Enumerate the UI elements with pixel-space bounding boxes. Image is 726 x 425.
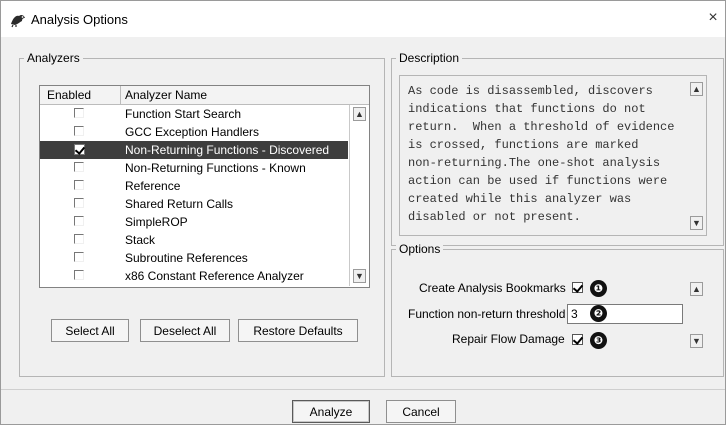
table-row[interactable]: Stack [40,231,348,249]
table-header: Enabled Analyzer Name [40,86,369,105]
analyzer-name-cell: Non-Returning Functions - Discovered [125,143,330,157]
analyzer-name-cell: SimpleROP [125,215,188,229]
enabled-checkbox[interactable] [74,108,84,118]
scroll-down-button[interactable]: ▼ [353,269,366,283]
enabled-checkbox[interactable] [74,126,84,136]
create-bookmarks-checkbox[interactable] [572,282,583,293]
analyzer-name-cell: Reference [125,179,181,193]
options-scroll-down-button[interactable]: ▼ [690,334,703,348]
select-all-button[interactable]: Select All [51,319,129,342]
column-header-analyzer-name[interactable]: Analyzer Name [125,88,207,102]
table-row[interactable]: SimpleROP [40,213,348,231]
options-group-title: Options [396,242,444,256]
table-row[interactable]: Reference [40,177,348,195]
description-group-title: Description [396,51,463,65]
table-row[interactable]: x86 Constant Reference Analyzer [40,267,348,285]
analysis-options-dialog: Analysis Options × Analyzers Description… [0,0,726,425]
enabled-checkbox[interactable] [74,216,84,226]
analyzers-group-title: Analyzers [24,51,83,65]
callout-2-badge: ❷ [590,305,607,322]
callout-3-badge: ❸ [590,332,607,349]
up-arrow-icon: ▲ [355,109,364,119]
table-row[interactable]: Function Start Search [40,105,348,123]
table-scrollbar[interactable]: ▲ ▼ [349,105,369,286]
enabled-checkbox[interactable] [74,252,84,262]
description-scroll-up-button[interactable]: ▲ [690,82,703,96]
analyzer-name-cell: Stack [125,233,156,247]
options-scroll-up-button[interactable]: ▲ [690,282,703,296]
column-header-enabled[interactable]: Enabled [47,88,91,102]
title-bar: Analysis Options × [1,1,725,37]
down-arrow-icon: ▼ [692,336,701,346]
down-arrow-icon: ▼ [355,271,364,281]
table-row[interactable]: Shared Return Calls [40,195,348,213]
description-text-area[interactable]: As code is disassembled, discovers indic… [399,75,707,236]
create-bookmarks-label: Create Analysis Bookmarks [419,281,566,295]
enabled-checkbox[interactable] [74,162,84,172]
analyzer-name-cell: X86 Function Callee Purge [125,287,268,288]
table-row[interactable]: Subroutine References [40,249,348,267]
analyzers-table: Enabled Analyzer Name Function Start Sea… [39,85,370,288]
analyzer-name-cell: Shared Return Calls [125,197,234,211]
repair-flow-damage-checkbox[interactable] [572,334,583,345]
description-text: As code is disassembled, discovers indic… [408,84,675,224]
up-arrow-icon: ▲ [692,284,701,294]
analyzer-name-cell: Function Start Search [125,107,242,121]
analyzer-name-cell: x86 Constant Reference Analyzer [125,269,304,283]
non-return-threshold-input[interactable] [567,304,683,324]
non-return-threshold-label: Function non-return threshold [408,307,566,321]
enabled-checkbox[interactable] [74,198,84,208]
footer-bar: Analyze Cancel [1,389,725,424]
down-arrow-icon: ▼ [692,218,701,228]
table-row[interactable]: Non-Returning Functions - Discovered [40,141,348,159]
window-title: Analysis Options [31,12,128,27]
analyze-button[interactable]: Analyze [292,400,370,423]
repair-flow-damage-label: Repair Flow Damage [452,332,565,346]
table-row[interactable]: GCC Exception Handlers [40,123,348,141]
scroll-up-button[interactable]: ▲ [353,107,366,121]
analyzer-name-cell: Non-Returning Functions - Known [125,161,306,175]
callout-1-badge: ❶ [590,280,607,297]
table-row[interactable]: X86 Function Callee Purge [40,285,348,288]
cancel-button[interactable]: Cancel [386,400,456,423]
deselect-all-button[interactable]: Deselect All [140,319,230,342]
enabled-checkbox[interactable] [74,180,84,190]
description-scroll-down-button[interactable]: ▼ [690,216,703,230]
analyzer-name-cell: Subroutine References [125,251,248,265]
up-arrow-icon: ▲ [692,84,701,94]
dragon-icon [11,14,25,28]
close-icon: × [708,9,718,26]
analyzer-name-cell: GCC Exception Handlers [125,125,260,139]
table-row[interactable]: Non-Returning Functions - Known [40,159,348,177]
enabled-checkbox[interactable] [74,144,85,155]
restore-defaults-button[interactable]: Restore Defaults [238,319,358,342]
enabled-checkbox[interactable] [74,234,84,244]
enabled-checkbox[interactable] [74,270,84,280]
close-button[interactable]: × [703,7,723,29]
